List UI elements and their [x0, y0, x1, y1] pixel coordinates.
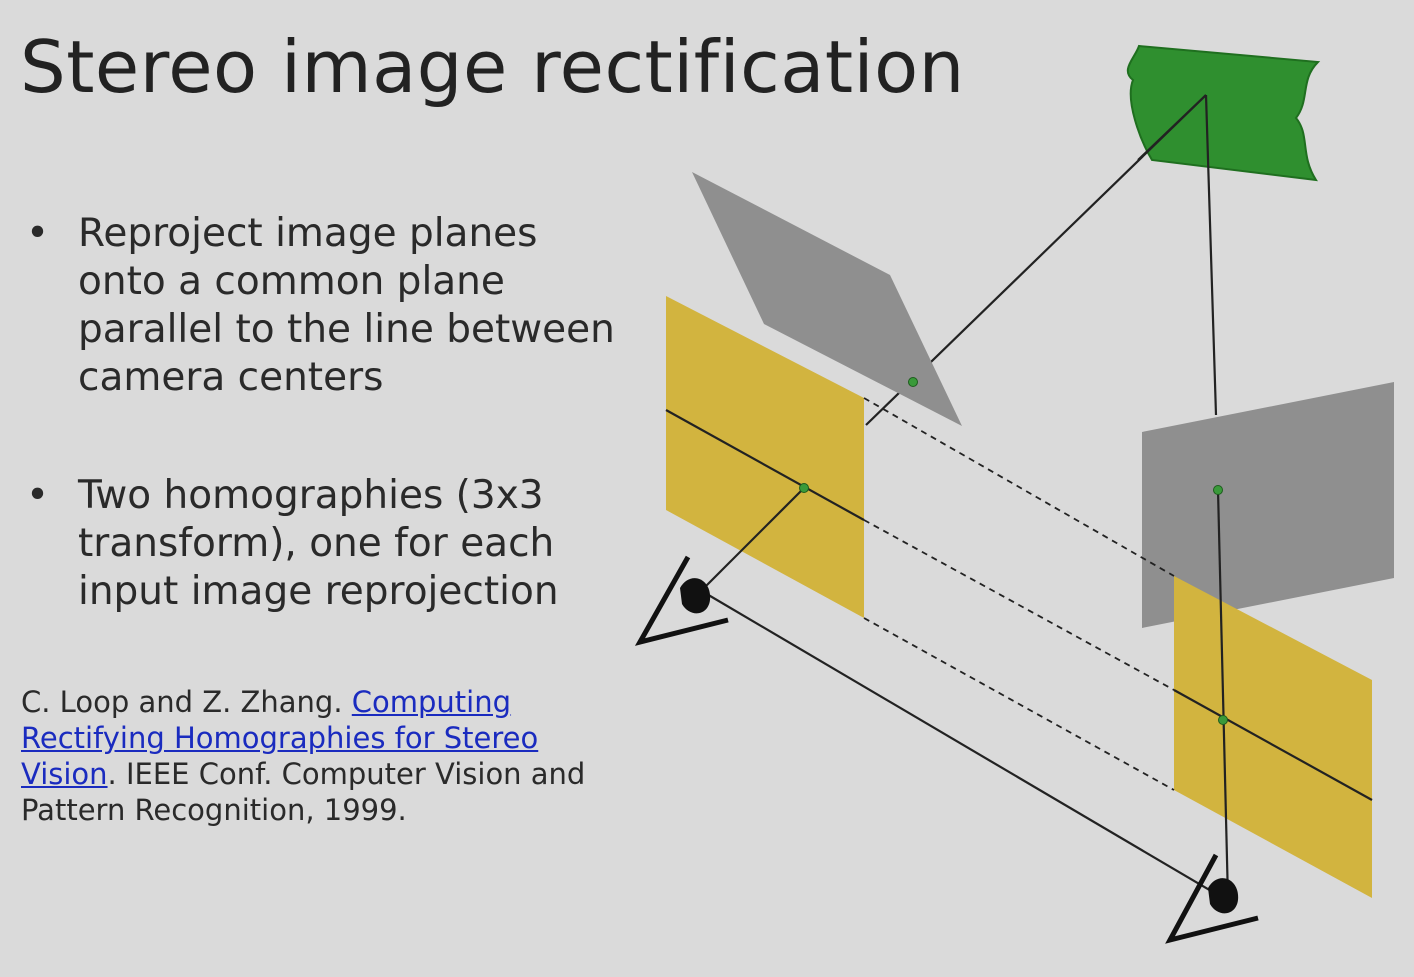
scene-object — [1126, 44, 1321, 182]
rectification-diagram — [634, 44, 1394, 944]
left-original-point — [908, 377, 918, 387]
dashed-top — [863, 397, 1175, 577]
slide: Stereo image rectification • Reproject i… — [0, 0, 1414, 977]
dashed-bottom — [863, 617, 1175, 791]
eye-icon — [1165, 853, 1259, 944]
right-rectified-point — [1218, 715, 1228, 725]
baseline — [699, 589, 1219, 896]
right-original-point — [1213, 485, 1223, 495]
right-rectified-plane — [1174, 576, 1372, 898]
dashed-middle — [863, 519, 1175, 691]
left-rectified-point — [799, 483, 809, 493]
